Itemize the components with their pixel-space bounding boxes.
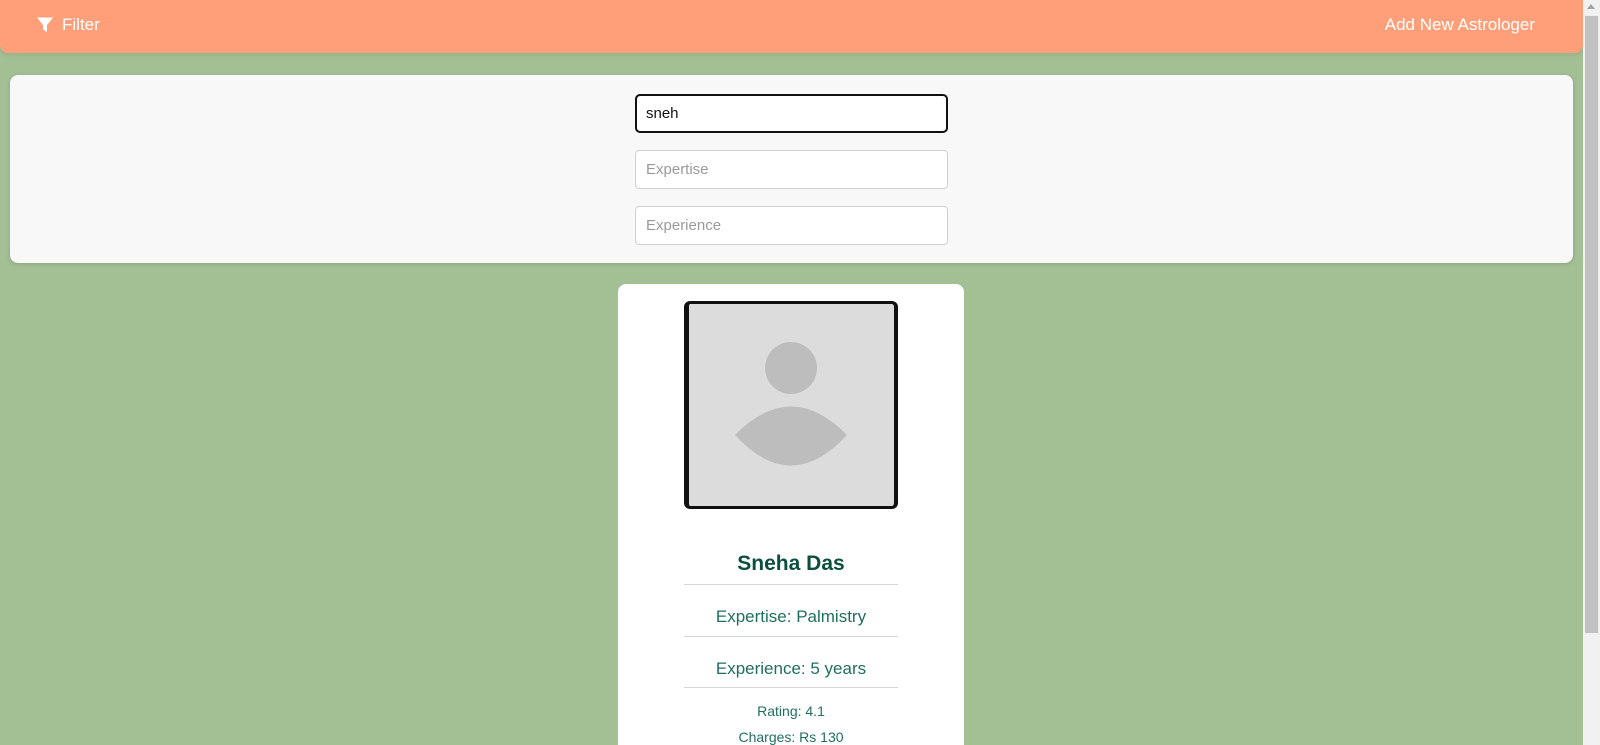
astrologer-rating: Rating: 4.1: [757, 703, 825, 719]
add-new-astrologer-button[interactable]: Add New Astrologer: [1385, 15, 1535, 35]
filter-label: Filter: [62, 15, 100, 34]
expertise-input[interactable]: [635, 150, 948, 189]
astrologer-experience: Experience: 5 years: [715, 659, 867, 678]
funnel-icon: [36, 16, 54, 34]
astrologer-card: Sneha Das Expertise: Palmistry Experienc…: [618, 284, 964, 745]
top-navbar: Filter Add New Astrologer: [0, 0, 1583, 53]
astrologer-expertise: Expertise: Palmistry: [715, 607, 867, 626]
astrologer-charges: Charges: Rs 130: [738, 729, 844, 745]
scroll-up-arrow-icon[interactable]: [1587, 4, 1595, 9]
experience-input[interactable]: [635, 206, 948, 245]
divider: [684, 584, 898, 585]
avatar-placeholder-icon: [684, 301, 898, 509]
filter-panel: [10, 75, 1573, 263]
divider: [684, 636, 898, 637]
name-search-input[interactable]: [635, 94, 948, 133]
scrollbar-thumb[interactable]: [1585, 16, 1598, 633]
filter-button[interactable]: Filter: [36, 15, 100, 35]
vertical-scrollbar[interactable]: [1583, 0, 1600, 745]
astrologer-name: Sneha Das: [737, 552, 845, 575]
divider: [684, 687, 898, 688]
